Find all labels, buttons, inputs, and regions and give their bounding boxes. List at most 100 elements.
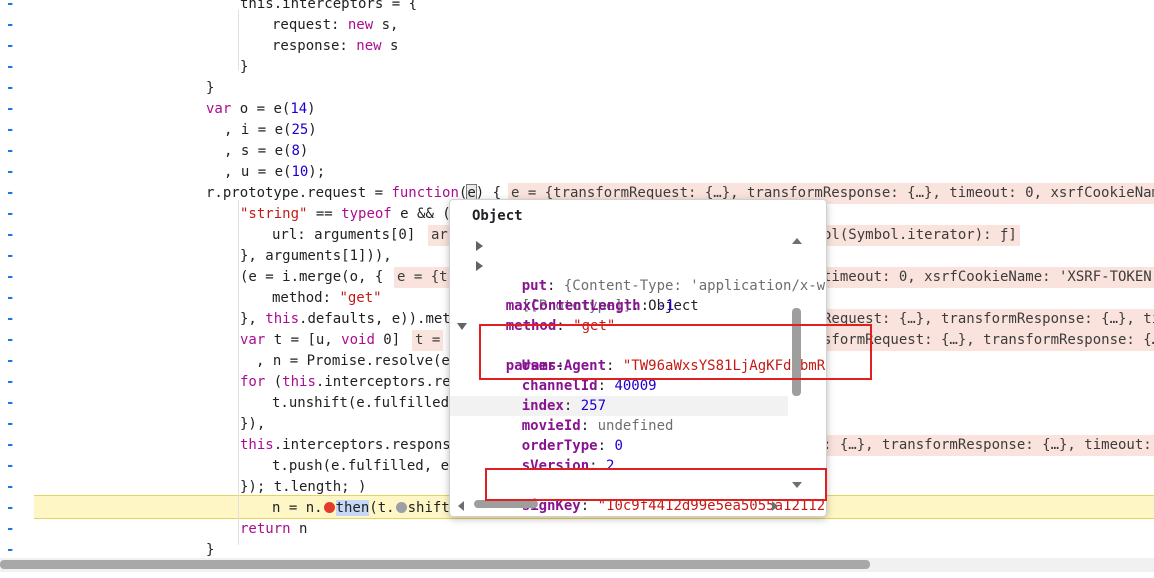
inline-value-preview[interactable]: : {…}, transformResponse: {…}, timeout: (820, 435, 1154, 456)
inline-value-preview[interactable]: ar (428, 225, 451, 246)
code-token: ( (265, 374, 283, 390)
code-token: ) (307, 101, 316, 117)
line-gutter-marker[interactable]: - (6, 204, 14, 225)
line-gutter-marker[interactable]: - (6, 498, 14, 519)
scroll-right-icon[interactable] (772, 501, 778, 511)
code-line[interactable]: - , u = e(10); (0, 162, 1154, 183)
code-line[interactable]: - return n (0, 519, 1154, 540)
inline-value-preview[interactable]: ol(Symbol.iterator): ƒ] (820, 225, 1020, 246)
code-token: }), (240, 416, 266, 432)
line-gutter-marker[interactable]: - (6, 351, 14, 372)
line-gutter-marker[interactable]: - (6, 78, 14, 99)
breakpoint-inactive-icon[interactable] (395, 502, 407, 513)
scroll-left-icon[interactable] (458, 501, 464, 511)
code-text: , s = e(8) (224, 141, 308, 162)
line-gutter-marker[interactable]: - (6, 372, 14, 393)
code-token: ); (308, 164, 326, 180)
code-token: n = n. (272, 500, 323, 516)
keyword-token: this (265, 311, 300, 327)
prop-method[interactable]: method: "get" (472, 296, 616, 334)
keyword-token: this (240, 437, 274, 453)
code-token: } (206, 80, 215, 96)
breakpoint-active-icon[interactable] (323, 502, 335, 513)
line-gutter-marker[interactable]: - (6, 393, 14, 414)
keyword-token: for (240, 374, 266, 390)
code-text: var o = e(14) (206, 99, 316, 120)
code-token: .interceptors.rec (315, 374, 460, 390)
line-gutter-marker[interactable]: - (6, 435, 14, 456)
code-token: }, (240, 311, 266, 327)
code-token: } (240, 59, 249, 75)
code-text: url: arguments[0] ar ol(Symbol.iterator): … (272, 225, 1020, 246)
annotation-box-params (479, 324, 872, 380)
code-line[interactable]: - response: new s (0, 36, 1154, 57)
annotation-box-signkey (485, 468, 827, 501)
scroll-up-icon[interactable] (792, 238, 802, 244)
code-text: this.interceptors.response: {…}, transfo… (240, 435, 1154, 456)
prop-order-type[interactable]: orderType: 0 (488, 416, 623, 454)
line-gutter-marker[interactable]: - (6, 477, 14, 498)
code-token: ) (308, 122, 317, 138)
line-gutter-marker[interactable]: - (6, 183, 14, 204)
code-token: .defaults, e)).meth (299, 311, 460, 327)
horizontal-scrollbar[interactable] (0, 560, 870, 569)
line-gutter-marker[interactable]: - (6, 15, 14, 36)
line-gutter-marker[interactable]: - (6, 57, 14, 78)
line-gutter-marker[interactable]: - (6, 309, 14, 330)
line-gutter-marker[interactable]: - (6, 519, 14, 540)
code-token: t = [u, (265, 332, 342, 348)
code-text: request: new s, (272, 15, 398, 36)
code-token: == (307, 206, 342, 222)
inline-value-preview[interactable]: t = (412, 330, 444, 351)
line-gutter-marker[interactable]: - (6, 414, 14, 435)
line-gutter-marker[interactable]: - (6, 456, 14, 477)
code-token: (t. (369, 500, 395, 516)
code-token: , i = e( (224, 122, 292, 138)
code-token: shift (407, 500, 450, 516)
code-text: t.unshift(e.fulfilled, (272, 393, 457, 414)
prop-prototype[interactable]: [[Prototype]]: Object (476, 256, 699, 314)
expand-triangle-icon[interactable] (476, 241, 483, 251)
line-gutter-marker[interactable]: - (6, 120, 14, 141)
code-line[interactable]: - , s = e(8) (0, 141, 1154, 162)
line-gutter-marker[interactable]: - (6, 267, 14, 288)
prop-s-version[interactable]: sVersion: 2 (488, 436, 615, 474)
code-text: n = n. then(t. shift (272, 498, 450, 519)
code-line[interactable]: - request: new s, (0, 15, 1154, 36)
expand-triangle-icon[interactable] (476, 261, 483, 271)
line-gutter-marker[interactable]: - (6, 162, 14, 183)
code-token: , n = Promise.resolve(e) (256, 353, 459, 369)
popover-horizontal-scrollbar[interactable] (474, 500, 538, 508)
code-token: s (381, 38, 399, 54)
code-token: t.push(e.fulfilled, e. (272, 458, 458, 474)
code-text: for (this.interceptors.rec (240, 372, 459, 393)
code-token: r.prototype.request = (206, 185, 392, 201)
code-text: }, arguments[1])), (240, 246, 392, 267)
line-gutter-marker[interactable]: - (6, 330, 14, 351)
prop-movie-id[interactable]: movieId: undefined (488, 396, 674, 434)
code-token: response: (272, 38, 357, 54)
line-gutter-marker[interactable]: - (6, 99, 14, 120)
keyword-token: new (356, 38, 382, 54)
inline-value-preview[interactable]: timeout: 0, xsrfCookieName: 'XSRF-TOKEN' (820, 267, 1154, 288)
line-gutter-marker[interactable]: - (6, 225, 14, 246)
code-line[interactable]: -} (0, 78, 1154, 99)
line-gutter-marker[interactable]: - (6, 246, 14, 267)
code-token: t.unshift(e.fulfilled, (272, 395, 458, 411)
code-line[interactable]: - this.interceptors = { (0, 0, 1154, 15)
line-gutter-marker[interactable]: - (6, 141, 14, 162)
number-token: 14 (290, 101, 308, 117)
prop-max-content-length[interactable]: maxContentLength: -1 (472, 276, 675, 314)
code-token: s, (373, 17, 399, 33)
code-line[interactable]: - var o = e(14) (0, 99, 1154, 120)
code-text: }, this.defaults, e)).meth Request: {…}, … (240, 309, 1154, 330)
code-text: t.push(e.fulfilled, e. (272, 456, 457, 477)
line-gutter-marker[interactable]: - (6, 36, 14, 57)
prop-show-date[interactable]: showDate: undefined (488, 456, 682, 468)
code-line[interactable]: -} (0, 57, 1154, 78)
code-line[interactable]: - , i = e(25) (0, 120, 1154, 141)
collapse-triangle-icon[interactable] (457, 323, 467, 330)
prop-put[interactable]: put: {Content-Type: 'application/x-w (476, 236, 825, 294)
line-gutter-marker[interactable]: - (6, 0, 14, 15)
line-gutter-marker[interactable]: - (6, 288, 14, 309)
